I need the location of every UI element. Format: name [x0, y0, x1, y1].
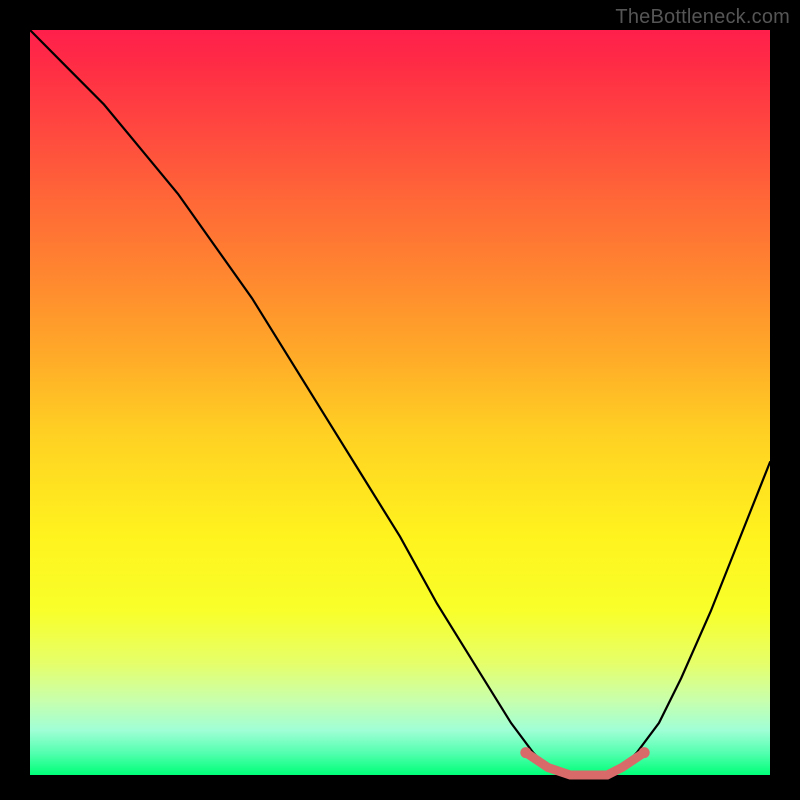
bottleneck-curve-line [30, 30, 770, 775]
highlight-end-dot [639, 747, 650, 758]
chart-svg [30, 30, 770, 775]
chart-container: TheBottleneck.com [0, 0, 800, 800]
optimal-range-highlight-line [526, 753, 644, 775]
watermark-text: TheBottleneck.com [615, 6, 790, 29]
highlight-start-dot [520, 747, 531, 758]
chart-plot-area [30, 30, 770, 775]
